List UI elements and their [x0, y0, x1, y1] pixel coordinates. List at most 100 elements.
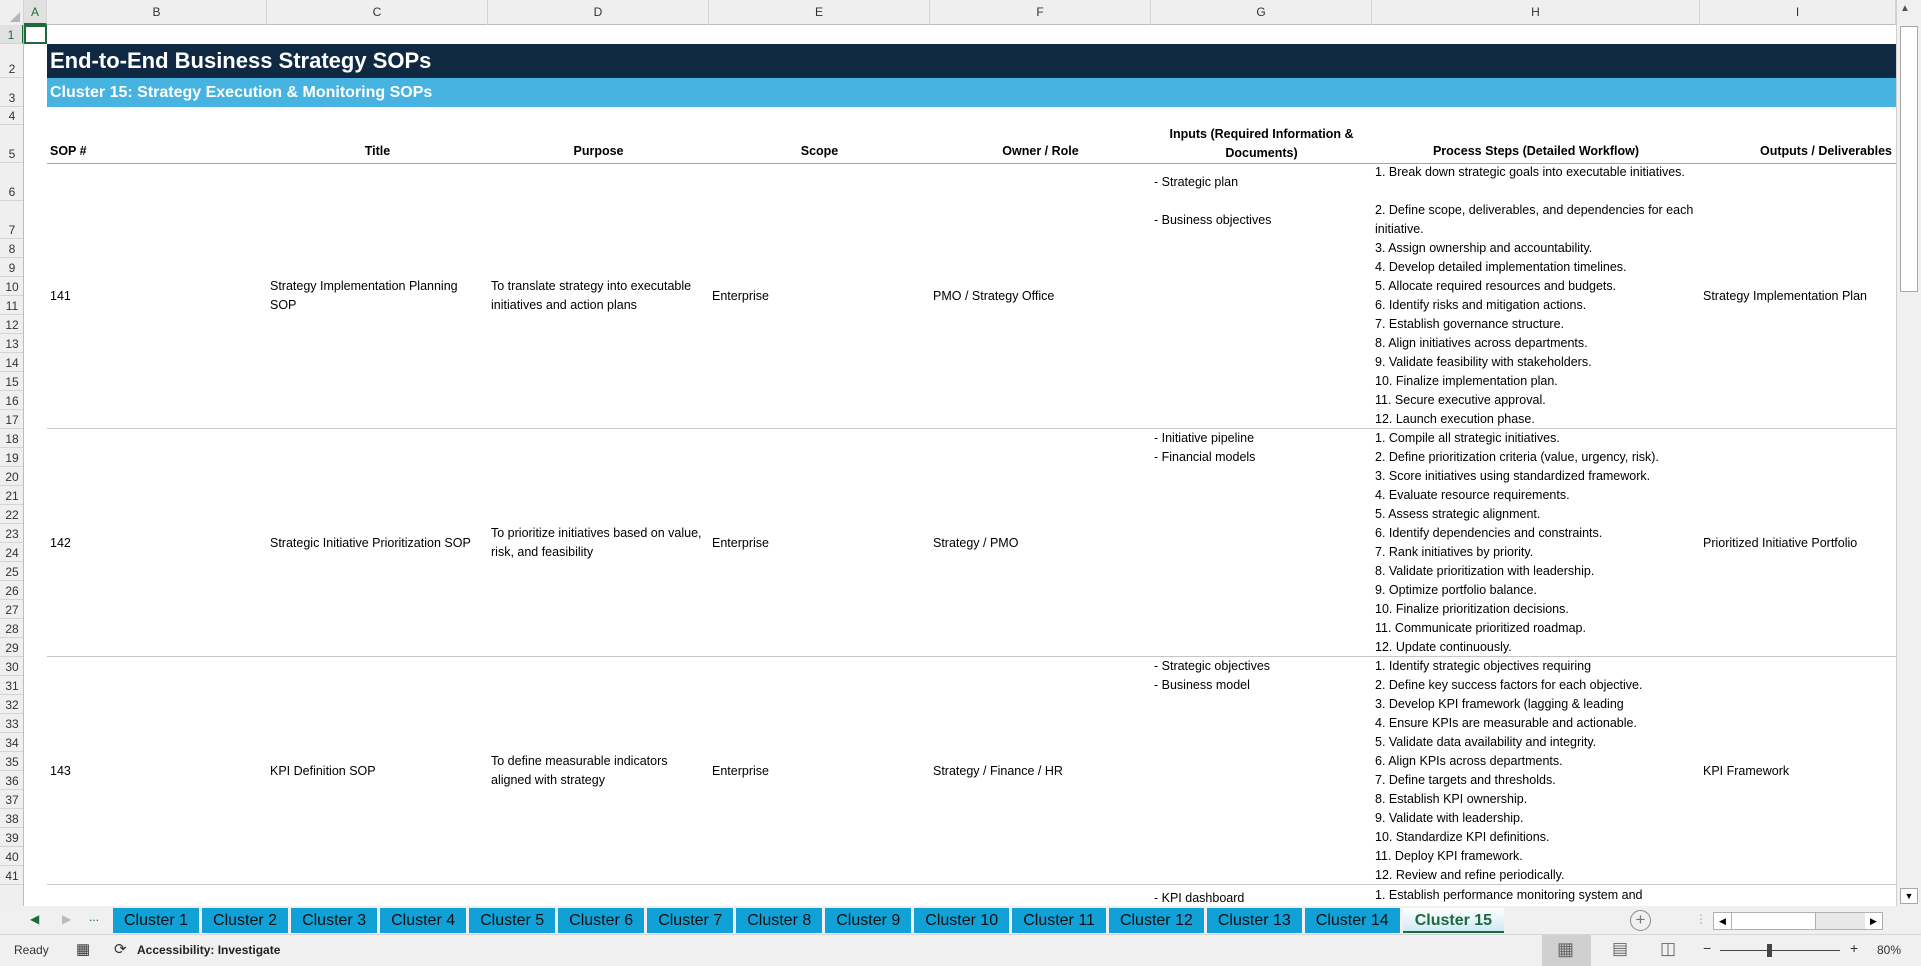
row-header-4[interactable]: 4 [0, 107, 23, 125]
add-sheet-icon[interactable]: + [1630, 910, 1651, 931]
column-header-e[interactable]: E [709, 0, 930, 25]
row-header-32[interactable]: 32 [0, 695, 23, 714]
column-header-c[interactable]: C [267, 0, 488, 25]
sheet-tab-cluster-6[interactable]: Cluster 6 [558, 908, 645, 933]
column-header-a[interactable]: A [24, 0, 47, 25]
row-header-2[interactable]: 2 [0, 44, 23, 78]
process-step: 5. Validate data availability and integr… [1375, 735, 1597, 749]
row-header-28[interactable]: 28 [0, 619, 23, 638]
sheet-tab-cluster-9[interactable]: Cluster 9 [825, 908, 912, 933]
row-header-10[interactable]: 10 [0, 277, 23, 296]
row-header-16[interactable]: 16 [0, 391, 23, 410]
row-header-20[interactable]: 20 [0, 467, 23, 486]
horizontal-scroll-thumb[interactable] [1731, 913, 1816, 929]
sheet-tab-cluster-4[interactable]: Cluster 4 [380, 908, 467, 933]
sheet-tab-cluster-2[interactable]: Cluster 2 [202, 908, 289, 933]
scroll-left-icon[interactable]: ◀ [1714, 913, 1731, 929]
selected-cell-a1[interactable] [24, 25, 47, 44]
row-header-26[interactable]: 26 [0, 581, 23, 600]
process-step: 3. Score initiatives using standardized … [1375, 469, 1651, 483]
column-header-i[interactable]: I [1700, 0, 1896, 25]
sheet-tab-cluster-3[interactable]: Cluster 3 [291, 908, 378, 933]
row-header-18[interactable]: 18 [0, 429, 23, 448]
column-header-b[interactable]: B [47, 0, 267, 25]
sheet-tab-cluster-5[interactable]: Cluster 5 [469, 908, 556, 933]
row-header-39[interactable]: 39 [0, 828, 23, 847]
scroll-up-icon[interactable]: ▲ [1900, 3, 1910, 14]
row-header-24[interactable]: 24 [0, 543, 23, 562]
row-header-25[interactable]: 25 [0, 562, 23, 581]
sheet-tab-cluster-1[interactable]: Cluster 1 [113, 908, 200, 933]
zoom-level[interactable]: 80% [1877, 943, 1901, 957]
row-header-17[interactable]: 17 [0, 410, 23, 429]
normal-view-button[interactable]: ▦ [1542, 935, 1591, 966]
sheet-tab-cluster-13[interactable]: Cluster 13 [1206, 908, 1302, 933]
row-header-6[interactable]: 6 [0, 163, 23, 201]
row-header-3[interactable]: 3 [0, 78, 23, 107]
process-step: 10. Finalize implementation plan. [1375, 374, 1558, 388]
row-header-27[interactable]: 27 [0, 600, 23, 619]
horizontal-scrollbar[interactable]: ◀ ▶ [1713, 912, 1883, 930]
column-header-f[interactable]: F [930, 0, 1151, 25]
row-header-37[interactable]: 37 [0, 790, 23, 809]
row-header-23[interactable]: 23 [0, 524, 23, 543]
row-header-11[interactable]: 11 [0, 296, 23, 315]
row-header-15[interactable]: 15 [0, 372, 23, 391]
zoom-slider[interactable] [1720, 950, 1840, 951]
column-header-g[interactable]: G [1151, 0, 1372, 25]
vertical-scrollbar[interactable]: ▲ ▼ [1896, 0, 1921, 906]
sheet-tab-cluster-8[interactable]: Cluster 8 [736, 908, 823, 933]
column-header-h[interactable]: H [1372, 0, 1700, 25]
scroll-right-icon[interactable]: ▶ [1865, 913, 1882, 929]
row-header-9[interactable]: 9 [0, 258, 23, 277]
accessibility-status[interactable]: Accessibility: Investigate [137, 943, 280, 957]
worksheet-grid[interactable]: End-to-End Business Strategy SOPs Cluste… [24, 25, 1896, 906]
row-header-12[interactable]: 12 [0, 315, 23, 334]
row-header-5[interactable]: 5 [0, 125, 23, 163]
sheet-tab-cluster-10[interactable]: Cluster 10 [914, 908, 1010, 933]
row-header-8[interactable]: 8 [0, 239, 23, 258]
row-header-14[interactable]: 14 [0, 353, 23, 372]
row-header-29[interactable]: 29 [0, 638, 23, 657]
tab-scroll-left-icon[interactable]: ◀ [30, 912, 39, 926]
row-header-1[interactable]: 1 [0, 25, 23, 44]
accessibility-icon[interactable]: ⟳ [114, 940, 127, 958]
process-step: 4. Ensure KPIs are measurable and action… [1375, 716, 1637, 730]
zoom-in-icon[interactable]: + [1850, 940, 1858, 956]
row-header-38[interactable]: 38 [0, 809, 23, 828]
zoom-slider-thumb[interactable] [1767, 944, 1772, 957]
row-header-22[interactable]: 22 [0, 505, 23, 524]
vertical-scroll-thumb[interactable] [1900, 26, 1918, 292]
row-header-33[interactable]: 33 [0, 714, 23, 733]
sheet-tab-cluster-12[interactable]: Cluster 12 [1108, 908, 1204, 933]
row-header-7[interactable]: 7 [0, 201, 23, 239]
column-header-d[interactable]: D [488, 0, 709, 25]
splitter-handle-icon[interactable]: ⋮ [1695, 912, 1707, 926]
select-all-corner[interactable] [0, 0, 24, 25]
process-step: 5. Allocate required resources and budge… [1375, 279, 1617, 293]
sheet-tab-cluster-11[interactable]: Cluster 11 [1012, 908, 1106, 933]
page-break-preview-icon[interactable]: ◫ [1660, 939, 1676, 959]
row-header-31[interactable]: 31 [0, 676, 23, 695]
row-header-41[interactable]: 41 [0, 866, 23, 885]
tab-overflow-button[interactable]: ... [89, 910, 99, 924]
row-header-21[interactable]: 21 [0, 486, 23, 505]
row-header-36[interactable]: 36 [0, 771, 23, 790]
row-header-35[interactable]: 35 [0, 752, 23, 771]
scroll-down-icon[interactable]: ▼ [1900, 888, 1918, 904]
sop-row-142: 142 Strategic Initiative Prioritization S… [47, 429, 1896, 657]
process-step: 10. Finalize prioritization decisions. [1375, 602, 1569, 616]
zoom-out-icon[interactable]: − [1703, 940, 1711, 956]
macro-record-icon[interactable]: ▦ [76, 940, 90, 958]
row-header-13[interactable]: 13 [0, 334, 23, 353]
sheet-tab-cluster-15[interactable]: Cluster 15 [1402, 908, 1505, 933]
page-layout-view-icon[interactable]: ▤ [1612, 939, 1628, 959]
row-header-40[interactable]: 40 [0, 847, 23, 866]
row-header-34[interactable]: 34 [0, 733, 23, 752]
tab-scroll-right-icon[interactable]: ▶ [62, 912, 71, 926]
sheet-tab-cluster-7[interactable]: Cluster 7 [647, 908, 734, 933]
process-step: 2. Define prioritization criteria (value… [1375, 450, 1659, 464]
row-header-19[interactable]: 19 [0, 448, 23, 467]
row-header-30[interactable]: 30 [0, 657, 23, 676]
sheet-tab-cluster-14[interactable]: Cluster 14 [1304, 908, 1400, 933]
